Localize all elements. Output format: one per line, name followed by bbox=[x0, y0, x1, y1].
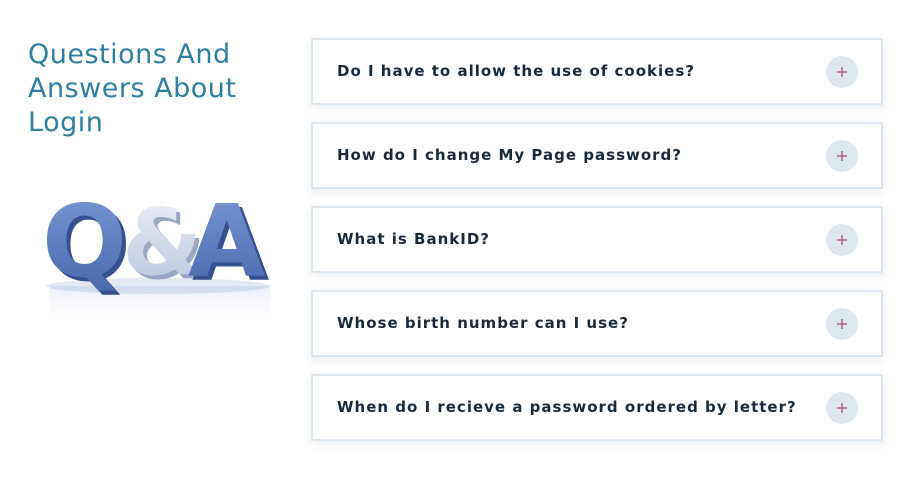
plus-icon bbox=[837, 67, 847, 77]
expand-button[interactable] bbox=[826, 56, 858, 88]
plus-icon bbox=[837, 235, 847, 245]
faq-item[interactable]: Whose birth number can I use? bbox=[311, 290, 883, 357]
faq-question[interactable]: What is BankID? bbox=[337, 208, 490, 271]
plus-icon bbox=[837, 319, 847, 329]
qa-illustration: Q Q & & A A bbox=[42, 183, 270, 326]
faq-question[interactable]: Do I have to allow the use of cookies? bbox=[337, 40, 695, 103]
faq-question[interactable]: When do I recieve a password ordered by … bbox=[337, 376, 797, 439]
expand-button[interactable] bbox=[826, 140, 858, 172]
faq-item[interactable]: How do I change My Page password? bbox=[311, 122, 883, 189]
page-title: Questions And Answers About Login bbox=[28, 39, 237, 138]
faq-item[interactable]: What is BankID? bbox=[311, 206, 883, 273]
expand-button[interactable] bbox=[826, 392, 858, 424]
plus-icon bbox=[837, 403, 847, 413]
faq-list: Do I have to allow the use of cookies? H… bbox=[311, 38, 883, 458]
expand-button[interactable] bbox=[826, 224, 858, 256]
qa-letter-q: Q bbox=[42, 183, 127, 300]
expand-button[interactable] bbox=[826, 308, 858, 340]
faq-item[interactable]: When do I recieve a password ordered by … bbox=[311, 374, 883, 441]
faq-question[interactable]: Whose birth number can I use? bbox=[337, 292, 629, 355]
plus-icon bbox=[837, 151, 847, 161]
faq-item[interactable]: Do I have to allow the use of cookies? bbox=[311, 38, 883, 105]
qa-letter-a: A bbox=[188, 183, 265, 300]
faq-question[interactable]: How do I change My Page password? bbox=[337, 124, 682, 187]
